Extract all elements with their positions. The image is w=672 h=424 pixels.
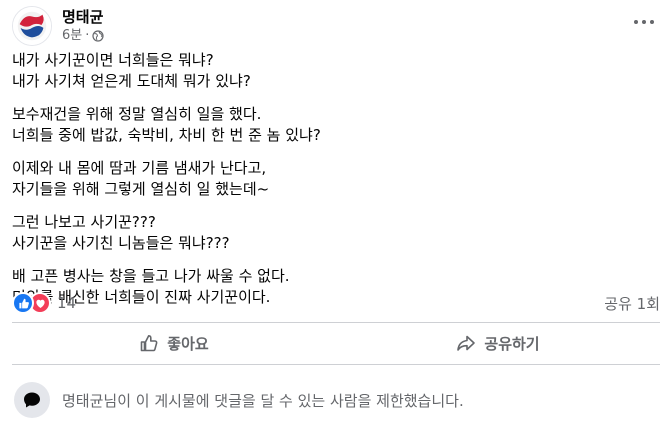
share-count[interactable]: 공유 1회 [604, 293, 660, 314]
speech-bubble-icon [24, 392, 40, 408]
comment-restriction-text: 명태균님이 이 게시물에 댓글을 달 수 있는 사람을 제한했습니다. [62, 391, 464, 410]
post-line: 배 고픈 병사는 창을 들고 나가 싸울 수 없다. [12, 267, 290, 285]
post-line: 너희들 중에 밥값, 숙박비, 차비 한 번 준 놈 있냐? [12, 126, 321, 144]
post-line: 민의를 배신한 너희들이 진짜 사기꾼이다. [12, 288, 271, 306]
author-avatar[interactable] [12, 6, 52, 46]
like-button[interactable]: 좋아요 [12, 325, 336, 361]
like-button-label: 좋아요 [167, 334, 209, 353]
post-actions: 좋아요 공유하기 [12, 325, 660, 361]
thumbs-up-outline-icon [140, 335, 158, 352]
author-name[interactable]: 명태균 [62, 8, 104, 27]
reaction-count: 14 [57, 294, 77, 312]
post-paragraph: 이제와 내 몸에 땀과 기름 냄새가 난다고, 자기들을 위해 그렇게 열심히 … [12, 158, 652, 200]
post-time[interactable]: 6분 [62, 28, 82, 44]
post-paragraph: 보수재건을 위해 정말 열심히 일을 했다. 너희들 중에 밥값, 숙박비, 차… [12, 104, 652, 146]
post-line: 사기꾼을 사기친 니놈들은 뭐냐??? [12, 234, 230, 252]
post-line: 내가 사기꾼이면 너희들은 뭐냐? [12, 51, 214, 69]
post-meta: 명태균 6분 · [62, 8, 104, 44]
reaction-summary[interactable]: 14 [12, 292, 76, 314]
avatar-emblem-icon [13, 7, 51, 45]
divider [12, 322, 660, 323]
post-header: 명태균 6분 · [12, 6, 104, 46]
thumbs-up-icon [18, 298, 29, 308]
separator-dot: · [85, 28, 90, 43]
post-line: 이제와 내 몸에 땀과 기름 냄새가 난다고, [12, 159, 267, 177]
post-content: 내가 사기꾼이면 너희들은 뭐냐? 내가 사기쳐 얻은게 도대체 뭐가 있냐? … [12, 50, 652, 320]
globe-icon [92, 30, 104, 42]
comment-bubble-icon [14, 382, 50, 418]
facebook-post: 명태균 6분 · 내가 사기꾼이면 너희들은 뭐냐? 내가 사기쳐 얻은게 도대… [0, 0, 672, 424]
comment-restriction-notice: 명태균님이 이 게시물에 댓글을 달 수 있는 사람을 제한했습니다. [14, 382, 464, 418]
more-dot-icon [634, 20, 638, 24]
more-options-button[interactable] [630, 14, 658, 30]
share-button-label: 공유하기 [484, 334, 540, 353]
more-dot-icon [642, 20, 646, 24]
post-paragraph: 내가 사기꾼이면 너희들은 뭐냐? 내가 사기쳐 얻은게 도대체 뭐가 있냐? [12, 50, 652, 92]
post-subline: 6분 · [62, 28, 104, 44]
heart-icon [35, 299, 45, 308]
post-paragraph: 배 고픈 병사는 창을 들고 나가 싸울 수 없다. 민의를 배신한 너희들이 … [12, 266, 652, 308]
like-reaction-icon [12, 292, 34, 314]
post-line: 보수재건을 위해 정말 열심히 일을 했다. [12, 105, 262, 123]
more-dot-icon [650, 20, 654, 24]
share-arrow-icon [457, 335, 476, 351]
post-line: 그런 나보고 사기꾼??? [12, 213, 156, 231]
post-line: 자기들을 위해 그렇게 열심히 일 했는데~ [12, 180, 270, 198]
post-line: 내가 사기쳐 얻은게 도대체 뭐가 있냐? [12, 72, 251, 90]
share-button[interactable]: 공유하기 [336, 325, 660, 361]
divider [12, 364, 660, 365]
post-paragraph: 그런 나보고 사기꾼??? 사기꾼을 사기친 니놈들은 뭐냐??? [12, 212, 652, 254]
